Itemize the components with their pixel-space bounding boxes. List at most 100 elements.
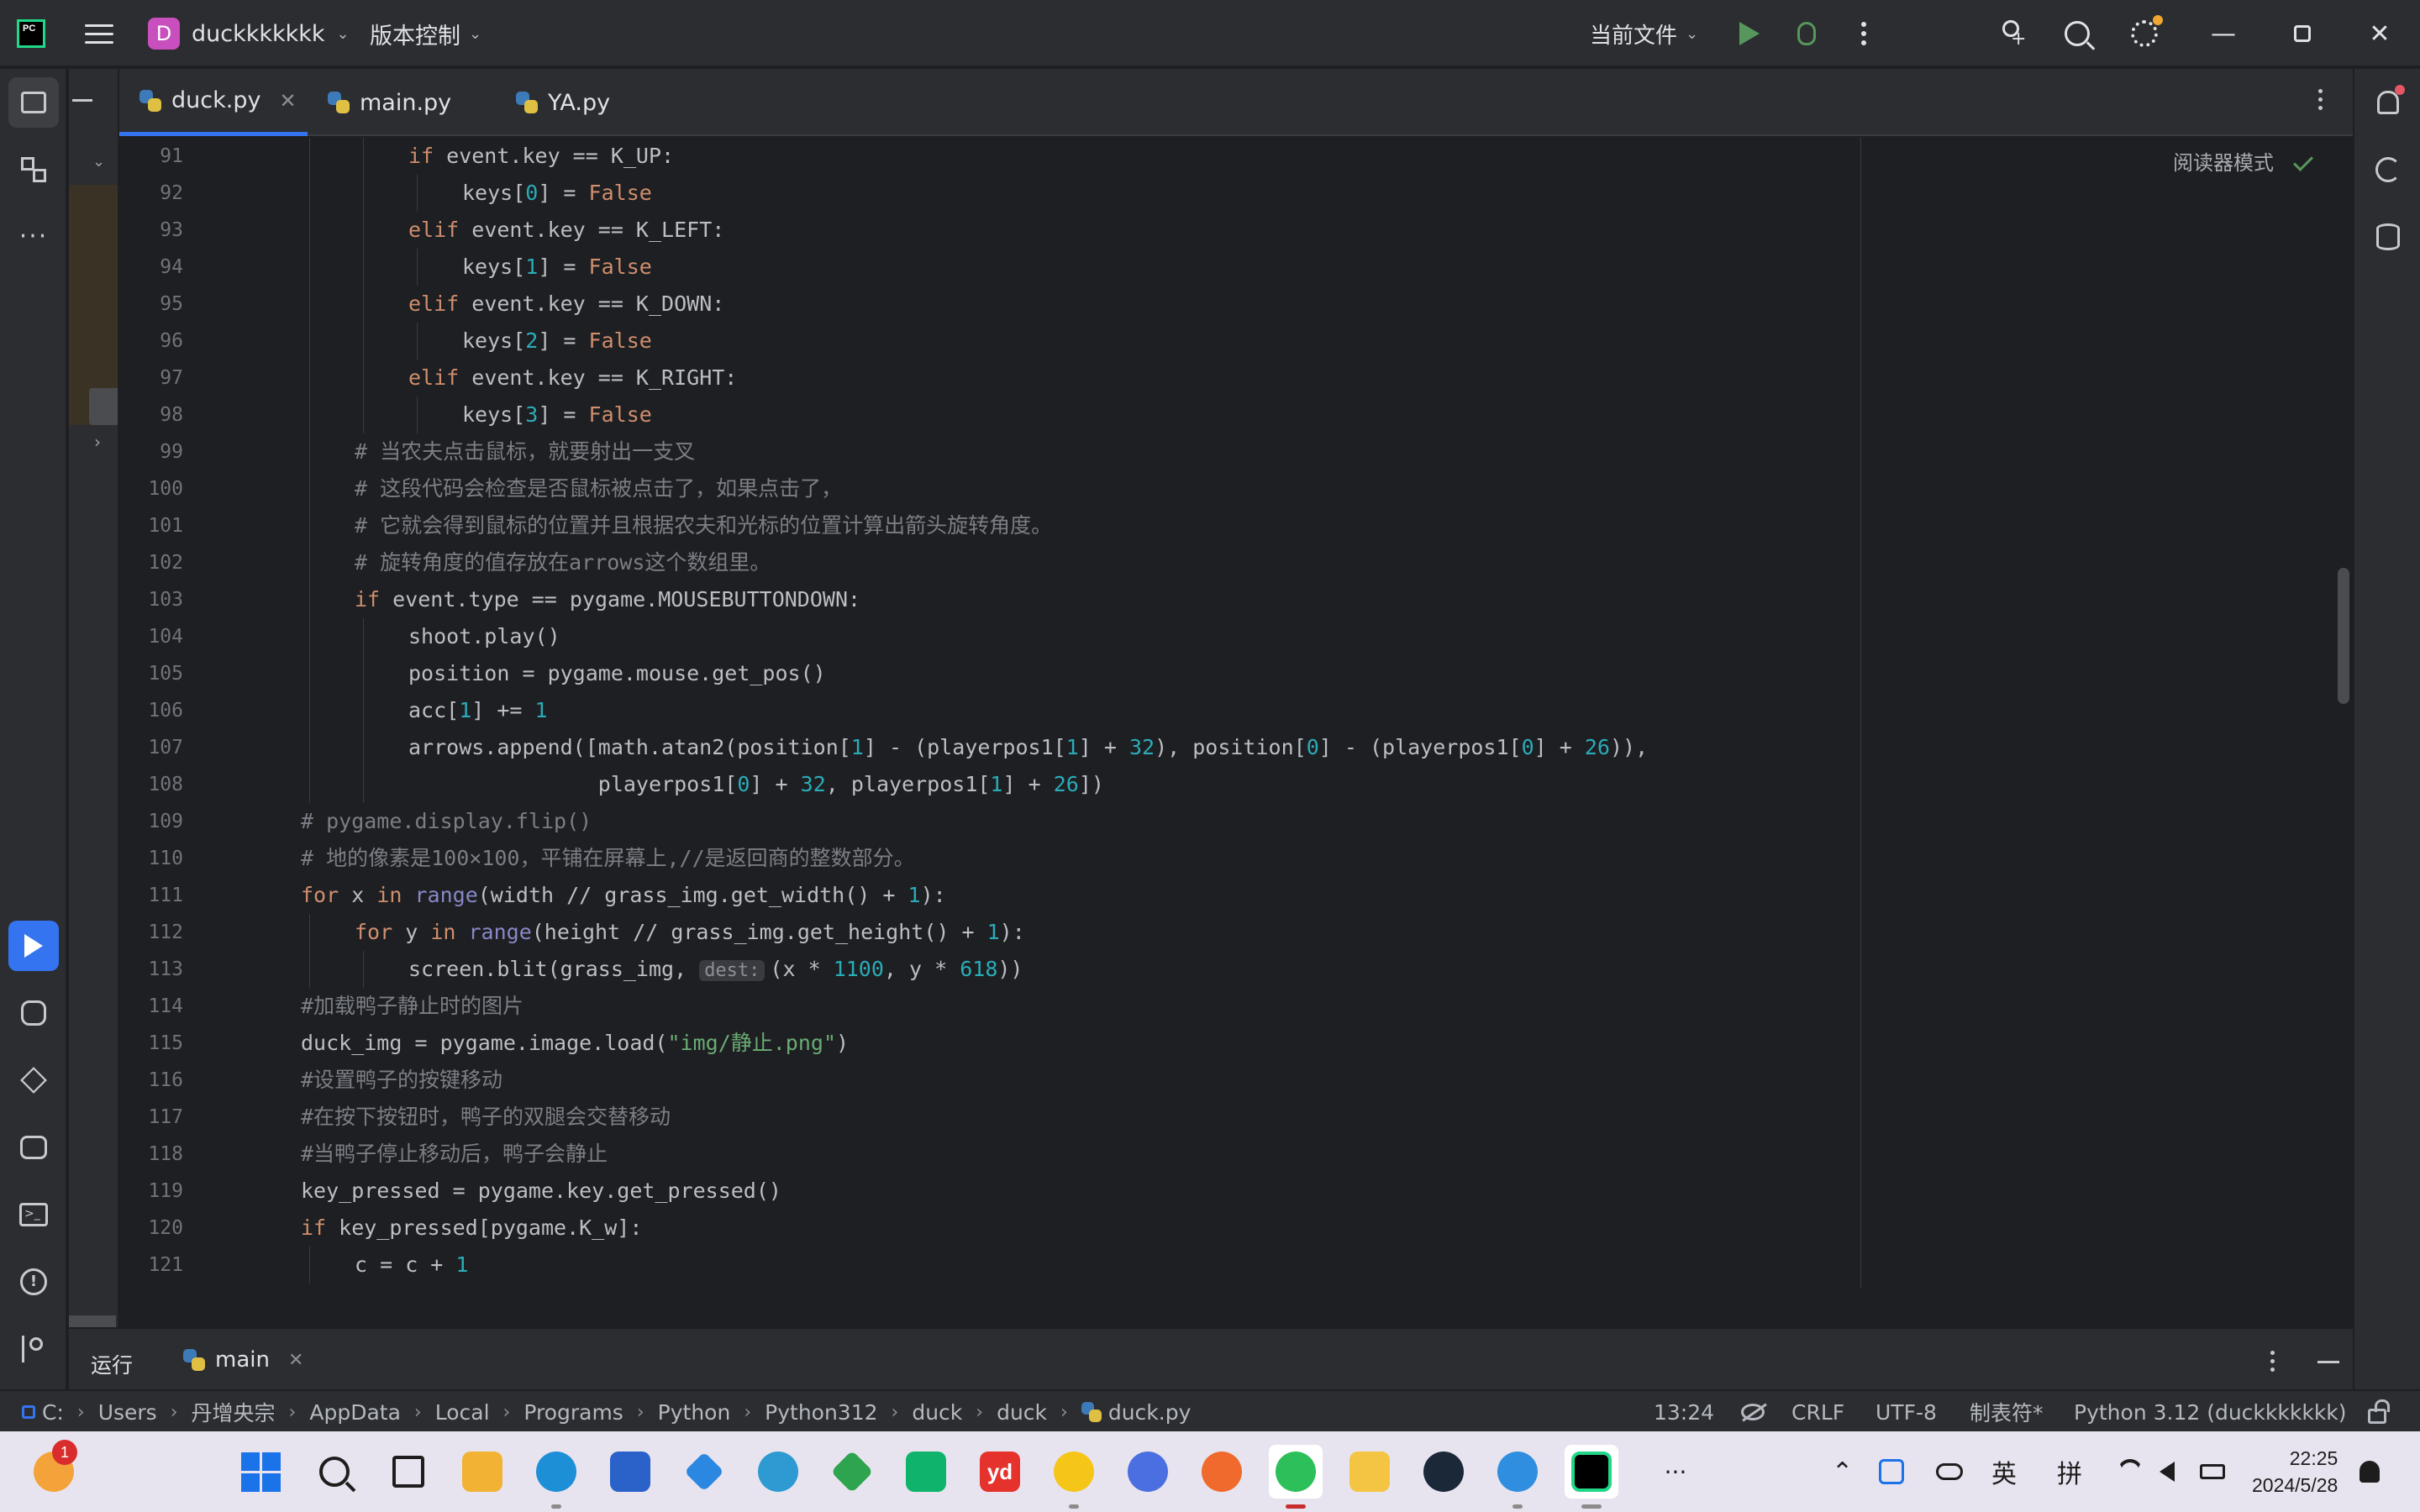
project-scroll-thumb[interactable] (89, 388, 118, 425)
line-number[interactable]: 101 (119, 507, 183, 544)
line-number[interactable]: 109 (119, 803, 183, 840)
code-line[interactable]: for x in range(width // grass_img.get_wi… (301, 877, 946, 914)
line-number[interactable]: 115 (119, 1025, 183, 1062)
database-tool-button[interactable] (2371, 220, 2405, 254)
minimize-panel-button[interactable] (2317, 1361, 2339, 1363)
code-line[interactable]: #在按下按钮时，鸭子的双腿会交替移动 (301, 1099, 671, 1136)
window-minimize-button[interactable]: — (2198, 0, 2249, 67)
code-line[interactable]: c = c + 1 (355, 1247, 468, 1284)
wifi-icon[interactable] (2118, 1431, 2143, 1512)
app-green-bag[interactable] (899, 1445, 953, 1499)
search-everywhere-button[interactable] (2059, 0, 2096, 67)
line-number[interactable]: 114 (119, 988, 183, 1025)
tab-ya-py[interactable]: YA.py (496, 69, 664, 136)
task-view-button[interactable] (381, 1445, 435, 1499)
line-number[interactable]: 120 (119, 1210, 183, 1247)
line-number[interactable]: 117 (119, 1099, 183, 1136)
app-music[interactable] (1047, 1445, 1101, 1509)
code-line[interactable]: # 地的像素是100×100，平铺在屏幕上,//是返回商的整数部分。 (301, 840, 915, 877)
run-options-button[interactable] (2270, 1351, 2275, 1372)
code-line[interactable]: # pygame.display.flip() (301, 803, 592, 840)
app-mountain[interactable] (1121, 1445, 1175, 1499)
code-editor[interactable]: 91 92 93 94 95 96 97 98 99 100 101 102 103 104 105 106 1… (119, 138, 2353, 1289)
chevron-right-icon[interactable]: › (94, 432, 101, 452)
close-icon[interactable]: ✕ (279, 89, 296, 113)
horizontal-scrollbar[interactable] (69, 1315, 116, 1327)
breadcrumb-item[interactable]: duck.py (1081, 1400, 1191, 1425)
line-number[interactable]: 91 (119, 138, 183, 175)
code-line[interactable]: if event.type == pygame.MOUSEBUTTONDOWN: (355, 581, 860, 618)
window-restore-button[interactable] (2277, 0, 2328, 67)
line-number[interactable]: 121 (119, 1247, 183, 1284)
onedrive-icon[interactable] (1936, 1431, 1963, 1512)
app-edge[interactable] (529, 1445, 583, 1509)
code-line[interactable]: keys[2] = False (462, 323, 652, 360)
breadcrumb-item[interactable]: duck › (912, 1400, 997, 1425)
run-tool-button[interactable] (8, 921, 59, 971)
code-line[interactable]: #设置鸭子的按键移动 (301, 1062, 502, 1099)
code-line[interactable]: duck_img = pygame.image.load("img/静止.png… (301, 1025, 849, 1062)
run-button[interactable] (1731, 0, 1768, 67)
line-number[interactable]: 113 (119, 951, 183, 988)
code-line[interactable]: acc[1] += 1 (408, 692, 548, 729)
code-line[interactable]: # 这段代码会检查是否鼠标被点击了，如果点击了， (355, 470, 842, 507)
code-line[interactable]: screen.blit(grass_img, dest: (x * 1100, y… (408, 951, 1023, 988)
start-button[interactable] (234, 1445, 287, 1499)
structure-tool-button[interactable] (8, 144, 59, 195)
run-tab-main[interactable]: main ✕ (183, 1347, 303, 1373)
python-console-button[interactable] (8, 988, 59, 1038)
line-number[interactable]: 97 (119, 360, 183, 396)
project-switcher[interactable]: D duckkkkkkk ⌄ (148, 0, 350, 67)
more-tools-button[interactable]: ··· (8, 212, 59, 262)
code-line[interactable]: keys[3] = False (462, 396, 652, 433)
python-interpreter[interactable]: Python 3.12 (duckkkkkkk) (2074, 1391, 2347, 1433)
code-line[interactable]: #加载鸭子静止时的图片 (301, 988, 523, 1025)
taskbar-overflow[interactable]: ··· (1649, 1445, 1702, 1499)
code-line[interactable]: position = pygame.mouse.get_pos() (408, 655, 826, 692)
code-line[interactable]: playerpos1[0] + 32, playerpos1[1] + 26]) (408, 766, 1104, 803)
tab-options-button[interactable] (2318, 89, 2323, 110)
indent-setting[interactable]: 制表符* (1970, 1391, 2044, 1433)
caret-position[interactable]: 13:24 (1654, 1391, 1714, 1433)
code-with-me-button[interactable] (1991, 0, 2028, 67)
ai-assistant-button[interactable] (2371, 153, 2405, 186)
breadcrumb-item[interactable]: Programs › (523, 1400, 657, 1425)
app-diamond[interactable] (825, 1445, 879, 1499)
code-line[interactable]: #当鸭子停止移动后，鸭子会静止 (301, 1136, 608, 1173)
breadcrumb-item[interactable]: Users › (98, 1400, 192, 1425)
notifications-button[interactable] (2371, 85, 2405, 119)
pycharm-logo[interactable]: PC (17, 0, 50, 67)
line-number[interactable]: 116 (119, 1062, 183, 1099)
tab-duck-py[interactable]: duck.py ✕ (119, 69, 308, 136)
battery-icon[interactable] (2200, 1431, 2225, 1512)
notification-bell-icon[interactable] (2360, 1431, 2380, 1512)
line-number[interactable]: 119 (119, 1173, 183, 1210)
app-vpn[interactable] (455, 1445, 509, 1499)
breadcrumb-item[interactable]: Python312 › (765, 1400, 912, 1425)
project-tool-button[interactable] (8, 77, 59, 128)
panel-hide-icon[interactable] (72, 99, 92, 102)
line-gutter[interactable]: 91 92 93 94 95 96 97 98 99 100 101 102 103 104 105 106 1… (119, 138, 242, 1289)
tab-main-py[interactable]: main.py (308, 69, 496, 136)
problems-tool-button[interactable]: ! (8, 1257, 59, 1307)
app-circle[interactable] (751, 1445, 805, 1499)
reader-mode-toggle[interactable]: 阅读器模式 (2173, 146, 2314, 176)
close-icon[interactable]: ✕ (288, 1350, 303, 1371)
app-firefox[interactable] (1195, 1445, 1249, 1499)
ime-mode[interactable]: 拼 (2057, 1431, 2082, 1512)
settings-button[interactable] (2126, 0, 2163, 67)
app-steam[interactable] (1417, 1445, 1470, 1499)
app-store[interactable] (603, 1445, 657, 1499)
file-lock-toggle[interactable] (2368, 1391, 2390, 1433)
code-line[interactable]: elif event.key == K_DOWN: (408, 286, 724, 323)
breadcrumb-item[interactable]: Python › (658, 1400, 765, 1425)
editor-scroll-thumb[interactable] (2338, 568, 2349, 704)
tray-app-icon[interactable] (1879, 1431, 1904, 1512)
file-encoding[interactable]: UTF-8 (1876, 1391, 1937, 1433)
code-line[interactable]: for y in range(height // grass_img.get_h… (355, 914, 1025, 951)
line-number[interactable]: 93 (119, 212, 183, 249)
window-close-button[interactable]: ✕ (2354, 0, 2405, 67)
app-explorer[interactable] (1343, 1445, 1397, 1499)
line-number[interactable]: 95 (119, 286, 183, 323)
code-line[interactable]: keys[1] = False (462, 249, 652, 286)
